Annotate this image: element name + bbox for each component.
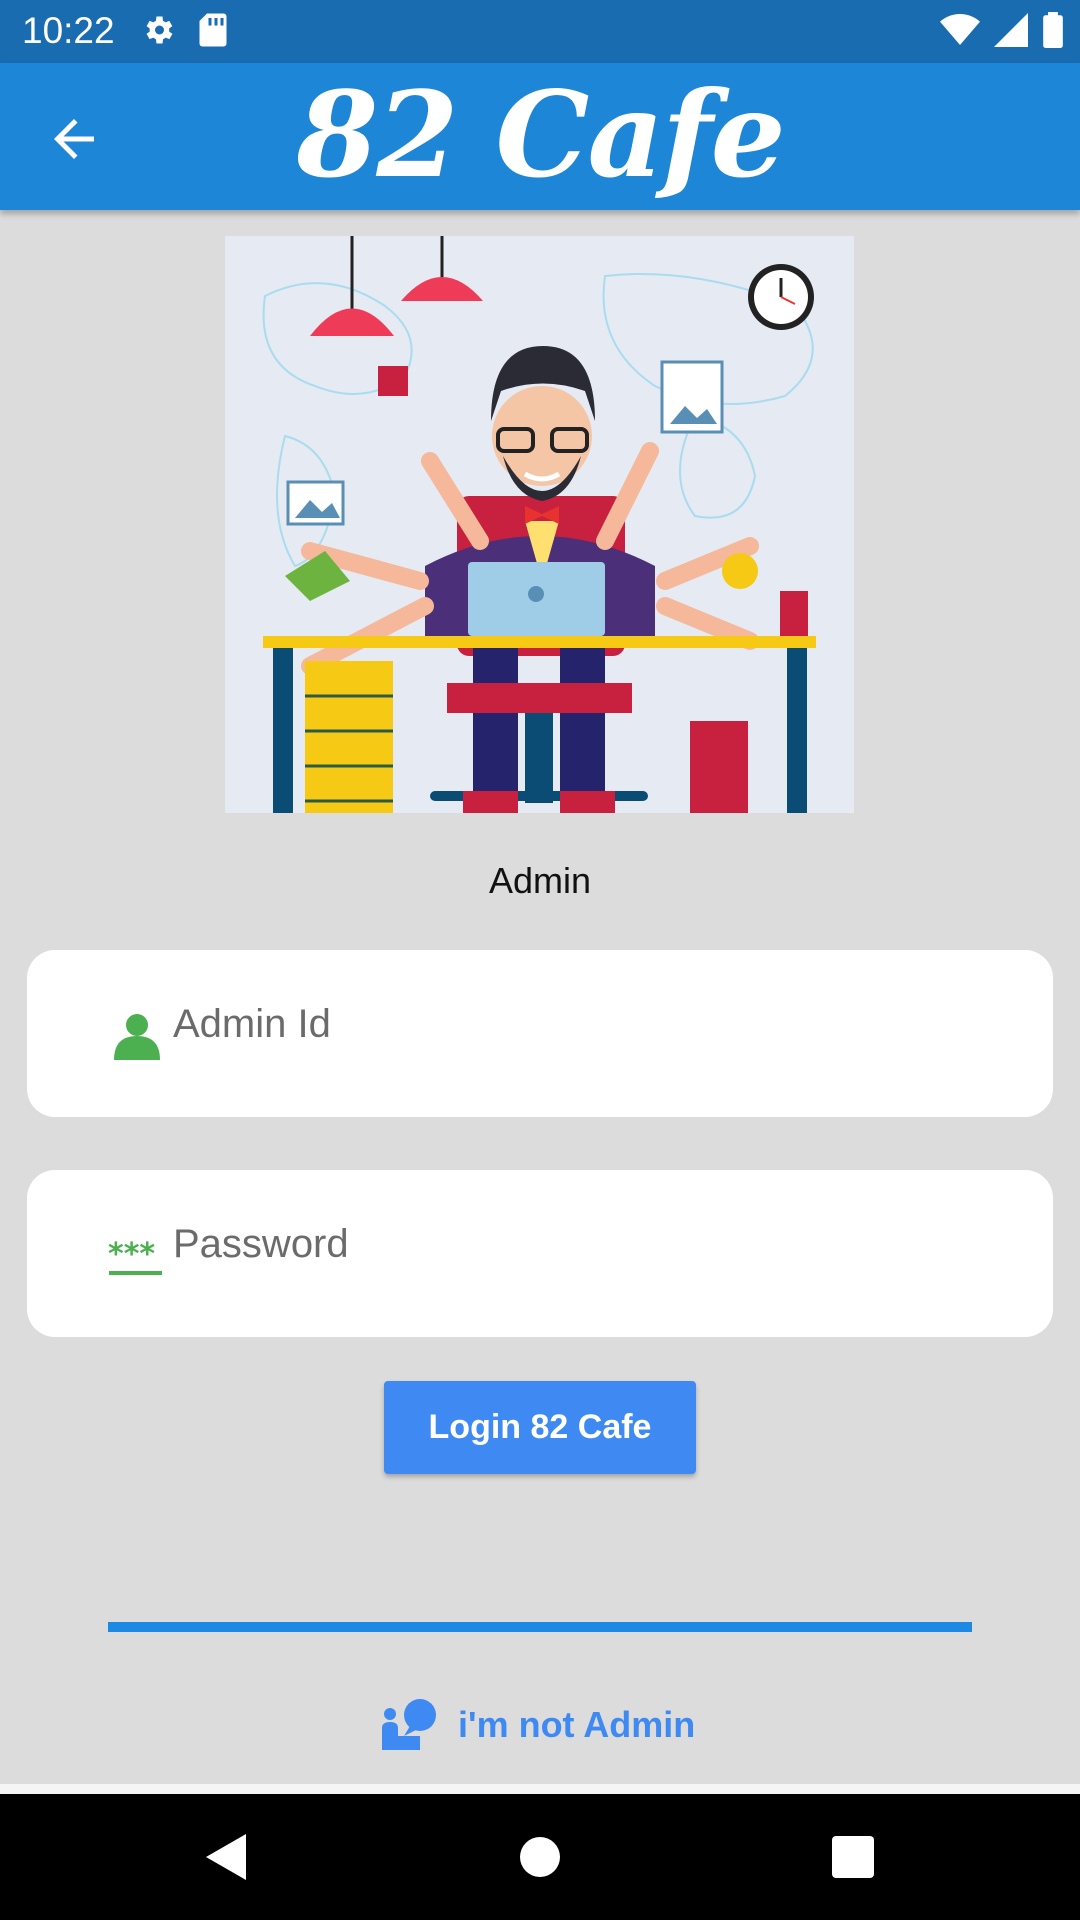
role-label: Admin — [488, 860, 592, 901]
app-bar: 82 Cafe — [0, 63, 1080, 210]
svg-text:***: *** — [108, 1237, 155, 1272]
wifi-icon — [940, 14, 980, 45]
person-icon — [114, 1014, 160, 1060]
not-admin-link[interactable]: i'm not Admin — [380, 1690, 695, 1760]
password-icon: *** — [108, 1237, 162, 1275]
status-time: 10:22 — [22, 10, 115, 51]
system-nav-bar — [0, 1794, 1080, 1920]
user-speech-icon — [382, 1699, 436, 1750]
password-placeholder: Password — [173, 1222, 349, 1266]
status-bar: 10:22 — [0, 0, 1080, 63]
back-triangle-icon[interactable] — [202, 1832, 252, 1882]
signal-icon — [994, 13, 1028, 47]
gear-icon — [146, 16, 173, 44]
admin-id-placeholder: Admin Id — [173, 1002, 331, 1046]
multitasking-admin-illustration — [225, 236, 854, 813]
progress-line — [108, 1622, 972, 1632]
not-admin-label: i'm not Admin — [458, 1704, 696, 1745]
admin-id-field[interactable]: Admin Id — [27, 950, 1053, 1117]
login-button[interactable]: Login 82 Cafe — [384, 1381, 696, 1474]
battery-icon — [1043, 12, 1063, 48]
admin-illustration — [225, 236, 854, 813]
home-circle-icon[interactable] — [515, 1832, 565, 1882]
app-title: 82 Cafe — [296, 65, 786, 204]
password-field[interactable]: *** Password — [27, 1170, 1053, 1337]
divider-strip — [0, 1784, 1080, 1794]
recents-square-icon[interactable] — [828, 1832, 878, 1882]
sd-card-icon — [199, 13, 227, 47]
